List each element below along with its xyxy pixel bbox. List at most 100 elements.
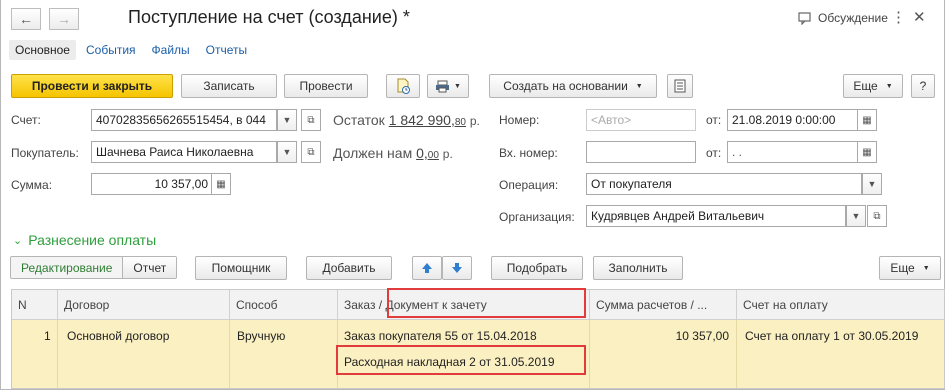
row-contract[interactable]: Основной договор: [67, 329, 169, 343]
forward-button[interactable]: →: [49, 8, 79, 30]
payment-allocation-section[interactable]: ⌄ Разнесение оплаты: [13, 232, 156, 248]
owed-value[interactable]: 0,00: [416, 145, 439, 161]
account-field[interactable]: 40702835656265515454, в 044: [91, 109, 277, 131]
chevron-down-icon: ▼: [922, 264, 930, 272]
balance-value[interactable]: 1 842 990,80: [389, 112, 466, 128]
callout-box-document: [336, 345, 586, 375]
post-and-close-button[interactable]: Провести и закрыть: [11, 74, 173, 98]
forward-arrow-icon: →: [57, 11, 71, 27]
date-calendar-button[interactable]: ▦: [857, 109, 877, 131]
table-more-label: Еще: [890, 261, 915, 275]
back-arrow-icon: ←: [19, 11, 33, 27]
chevron-down-icon: ▼: [635, 82, 643, 90]
add-button[interactable]: Добавить: [306, 256, 392, 280]
tab-reports[interactable]: Отчеты: [200, 40, 253, 60]
chevron-down-icon: ▼: [885, 82, 893, 90]
balance-label: Остаток: [333, 112, 385, 128]
column-header-method[interactable]: Способ: [230, 290, 338, 320]
row-order[interactable]: Заказ покупателя 55 от 15.04.2018: [344, 329, 537, 343]
column-divider: [229, 320, 230, 388]
balance-currency: р.: [469, 114, 480, 128]
column-header-n[interactable]: N: [12, 290, 58, 320]
in-number-label: Вх. номер:: [499, 146, 558, 160]
in-date-field[interactable]: . .: [727, 141, 859, 163]
column-header-amount[interactable]: Сумма расчетов / ...: [590, 290, 737, 320]
open-window-icon: ⧉: [873, 210, 881, 222]
operation-dropdown[interactable]: ▼: [862, 173, 882, 195]
document-clock-icon: [397, 78, 410, 94]
fill-button[interactable]: Заполнить: [593, 256, 683, 280]
kebab-menu-icon[interactable]: ⋮: [891, 8, 906, 26]
chevron-down-icon: ▼: [282, 115, 292, 125]
in-number-field[interactable]: [586, 141, 696, 163]
discussion-icon: [798, 11, 811, 25]
document-list-icon: [674, 79, 686, 93]
help-button[interactable]: ?: [911, 74, 935, 98]
print-button[interactable]: ▼: [427, 74, 469, 98]
owed-text: Должен нам 0,00 р.: [333, 145, 453, 161]
document-movements-button[interactable]: [386, 74, 420, 98]
move-up-button[interactable]: [412, 256, 442, 280]
buyer-open-button[interactable]: ⧉: [301, 141, 321, 163]
chevron-down-icon: ▼: [867, 179, 877, 189]
buyer-dropdown[interactable]: ▼: [277, 141, 297, 163]
in-date-from-label: от:: [706, 146, 722, 160]
assistant-button[interactable]: Помощник: [195, 256, 287, 280]
row-invoice[interactable]: Счет на оплату 1 от 30.05.2019: [745, 329, 918, 343]
sum-label: Сумма:: [11, 178, 53, 192]
mode-report-button[interactable]: Отчет: [123, 257, 177, 278]
create-based-on-button[interactable]: Создать на основании ▼: [489, 74, 657, 98]
tab-files[interactable]: Файлы: [146, 40, 196, 60]
organization-field[interactable]: Кудрявцев Андрей Витальевич: [586, 205, 846, 227]
column-divider: [57, 320, 58, 388]
back-button[interactable]: ←: [11, 8, 41, 30]
report-button[interactable]: [667, 74, 693, 98]
table-more-button[interactable]: Еще ▼: [879, 256, 941, 280]
tab-events[interactable]: События: [80, 40, 142, 60]
tab-main[interactable]: Основное: [9, 40, 76, 60]
row-method[interactable]: Вручную: [237, 329, 285, 343]
operation-field[interactable]: От покупателя: [586, 173, 862, 195]
organization-label: Организация:: [499, 210, 575, 224]
page-title: Поступление на счет (создание) *: [128, 7, 410, 27]
row-amount[interactable]: 10 357,00: [590, 329, 729, 343]
calendar-icon: ▦: [862, 114, 872, 126]
chevron-down-icon: ▼: [454, 82, 461, 90]
arrow-down-icon: [452, 263, 462, 273]
column-header-invoice[interactable]: Счет на оплату: [737, 290, 944, 320]
more-label: Еще: [853, 79, 878, 93]
date-from-label: от:: [706, 113, 722, 127]
chevron-down-icon: ⌄: [13, 234, 23, 247]
organization-open-button[interactable]: ⧉: [867, 205, 887, 227]
owed-currency: р.: [442, 147, 453, 161]
account-open-button[interactable]: ⧉: [301, 109, 321, 131]
calculator-button[interactable]: ▦: [211, 173, 231, 195]
column-header-contract[interactable]: Договор: [58, 290, 230, 320]
buyer-field[interactable]: Шачнева Раиса Николаевна: [91, 141, 277, 163]
sum-field[interactable]: 10 357,00: [91, 173, 213, 195]
number-field[interactable]: <Авто>: [586, 109, 696, 131]
organization-dropdown[interactable]: ▼: [846, 205, 866, 227]
chevron-down-icon: ▼: [282, 147, 292, 157]
number-label: Номер:: [499, 113, 540, 127]
date-field[interactable]: 21.08.2019 0:00:00: [727, 109, 859, 131]
account-label: Счет:: [11, 113, 41, 127]
section-tabs: Основное События Файлы Отчеты: [9, 40, 253, 60]
chevron-down-icon: ▼: [851, 211, 861, 221]
account-dropdown[interactable]: ▼: [277, 109, 297, 131]
document-window: ← → Поступление на счет (создание) * Обс…: [0, 0, 945, 390]
mode-edit-button[interactable]: Редактирование: [11, 257, 124, 278]
more-button[interactable]: Еще ▼: [843, 74, 903, 98]
operation-label: Операция:: [499, 178, 559, 192]
write-button[interactable]: Записать: [181, 74, 277, 98]
owed-label: Должен нам: [333, 145, 413, 161]
in-date-calendar-button[interactable]: ▦: [857, 141, 877, 163]
column-divider: [736, 320, 737, 388]
open-window-icon: ⧉: [307, 114, 315, 126]
post-button[interactable]: Провести: [284, 74, 368, 98]
mode-switch: Редактирование Отчет: [10, 256, 178, 279]
discussion-link[interactable]: Обсуждение: [798, 11, 888, 25]
close-icon[interactable]: ✕: [913, 8, 926, 26]
move-down-button[interactable]: [442, 256, 472, 280]
pick-button[interactable]: Подобрать: [491, 256, 583, 280]
